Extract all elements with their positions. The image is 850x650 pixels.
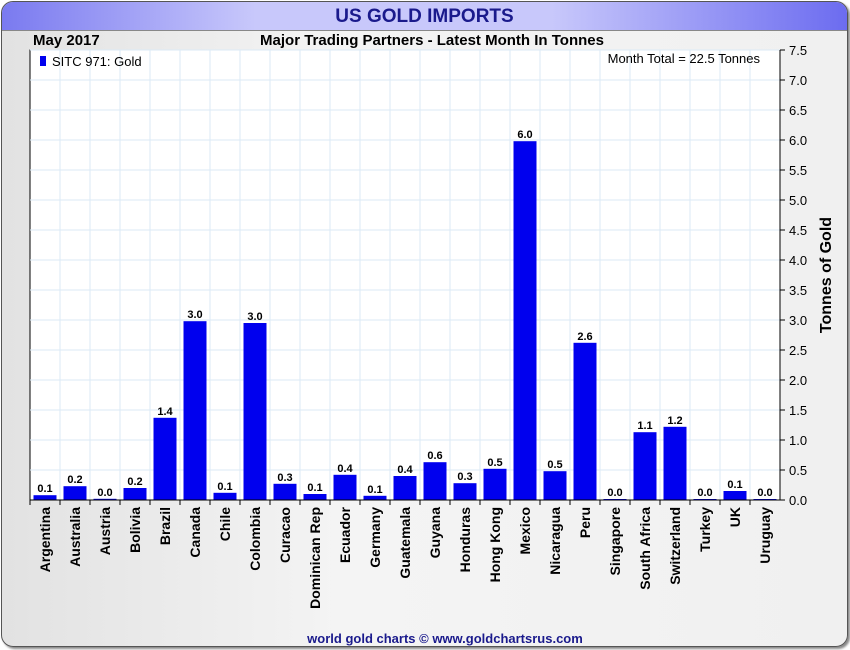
- y-tick-label: 3.5: [789, 283, 807, 298]
- data-label: 0.0: [757, 487, 772, 499]
- x-tick-label: Germany: [367, 507, 383, 568]
- bar-brazil: [153, 417, 177, 500]
- y-tick-label: 2.5: [789, 343, 807, 358]
- data-label: 1.2: [667, 415, 682, 427]
- bar-colombia: [243, 323, 267, 500]
- y-tick-label: 4.5: [789, 223, 807, 238]
- x-tick-label: Dominican Rep: [307, 507, 323, 609]
- bar-switzerland: [663, 426, 687, 500]
- bar-australia: [63, 486, 87, 500]
- bar-ecuador: [333, 474, 357, 500]
- bar-south-africa: [633, 432, 657, 500]
- y-tick-label: 6.5: [789, 103, 807, 118]
- data-label: 3.0: [187, 309, 202, 321]
- y-tick-label: 3.0: [789, 313, 807, 328]
- bar-argentina: [33, 495, 57, 500]
- data-label: 0.2: [67, 474, 82, 486]
- month-total-annotation: Month Total = 22.5 Tonnes: [608, 51, 761, 66]
- x-tick-label: Chile: [217, 507, 233, 541]
- bar-hong-kong: [483, 468, 507, 500]
- legend-swatch: [40, 56, 46, 66]
- data-label: 0.0: [697, 487, 712, 499]
- y-tick-label: 4.0: [789, 253, 807, 268]
- bar-curacao: [273, 483, 297, 500]
- x-tick-label: Turkey: [697, 507, 713, 552]
- bar-dominican-rep: [303, 494, 327, 500]
- data-label: 1.1: [637, 420, 652, 432]
- footer-credit: world gold charts © www.goldchartsrus.co…: [306, 631, 583, 646]
- x-tick-label: Argentina: [37, 507, 53, 573]
- y-tick-label: 1.5: [789, 403, 807, 418]
- x-tick-label: Brazil: [157, 507, 173, 545]
- y-tick-label: 5.5: [789, 163, 807, 178]
- bar-honduras: [453, 483, 477, 500]
- y-tick-label: 5.0: [789, 193, 807, 208]
- data-label: 6.0: [517, 129, 532, 141]
- data-label: 0.1: [367, 484, 382, 496]
- data-label: 0.1: [37, 483, 52, 495]
- x-tick-label: Honduras: [457, 507, 473, 573]
- data-label: 0.5: [547, 459, 562, 471]
- x-tick-label: Guyana: [427, 507, 443, 559]
- data-label: 0.4: [337, 463, 353, 475]
- y-tick-label: 7.0: [789, 73, 807, 88]
- bar-chile: [213, 492, 237, 500]
- x-tick-label: Nicaragua: [547, 507, 563, 575]
- chart-subtitle: Major Trading Partners - Latest Month In…: [260, 32, 604, 49]
- data-label: 0.1: [727, 479, 742, 491]
- date-label: May 2017: [33, 32, 100, 49]
- y-tick-label: 6.0: [789, 133, 807, 148]
- data-label: 0.4: [397, 464, 413, 476]
- bar-nicaragua: [543, 471, 567, 500]
- x-tick-label: Singapore: [607, 507, 623, 576]
- x-tick-label: Colombia: [247, 507, 263, 571]
- data-label: 0.2: [127, 476, 142, 488]
- x-tick-label: Hong Kong: [487, 507, 503, 582]
- y-axis-label: Tonnes of Gold: [818, 217, 835, 333]
- x-tick-label: Peru: [577, 507, 593, 538]
- data-label: 2.6: [577, 331, 592, 343]
- x-tick-label: Uruguay: [757, 507, 773, 564]
- data-label: 0.6: [427, 450, 442, 462]
- data-label: 0.3: [457, 471, 472, 483]
- data-label: 0.0: [97, 487, 112, 499]
- bar-canada: [183, 321, 207, 500]
- bar-uk: [723, 491, 747, 500]
- x-tick-label: Ecuador: [337, 506, 353, 563]
- bar-guyana: [423, 462, 447, 500]
- x-tick-label: Mexico: [517, 507, 533, 554]
- bar-mexico: [513, 141, 537, 500]
- legend-label: SITC 971: Gold: [52, 54, 142, 69]
- x-tick-label: Switzerland: [667, 507, 683, 585]
- y-tick-label: 2.0: [789, 373, 807, 388]
- data-label: 1.4: [157, 406, 173, 418]
- data-label: 0.0: [607, 487, 622, 499]
- data-label: 0.3: [277, 472, 292, 484]
- y-tick-label: 1.0: [789, 433, 807, 448]
- bar-guatemala: [393, 476, 417, 500]
- y-tick-label: 0.5: [789, 463, 807, 478]
- x-tick-label: Bolivia: [127, 507, 143, 553]
- x-tick-label: Guatemala: [397, 507, 413, 579]
- x-tick-label: Australia: [67, 507, 83, 567]
- y-tick-label: 7.5: [789, 43, 807, 58]
- x-tick-label: UK: [727, 507, 743, 527]
- x-tick-label: Curacao: [277, 507, 293, 563]
- data-label: 0.1: [307, 482, 322, 494]
- bar-chart: 0.0 0.5 1.0 1.5 2.0 2.5 3.0 3.5 4.0 4.5 5.0 5.5 6.0 6…: [29, 32, 835, 646]
- x-tick-label: South Africa: [637, 507, 653, 590]
- bar-peru: [573, 342, 597, 500]
- x-tick-label: Austria: [97, 507, 113, 555]
- y-tick-label: 0.0: [789, 493, 807, 508]
- data-label: 0.5: [487, 457, 502, 469]
- bar-bolivia: [123, 488, 147, 500]
- data-label: 0.1: [217, 481, 232, 493]
- x-tick-label: Canada: [187, 507, 203, 558]
- bar-germany: [363, 495, 387, 500]
- data-label: 3.0: [247, 311, 262, 323]
